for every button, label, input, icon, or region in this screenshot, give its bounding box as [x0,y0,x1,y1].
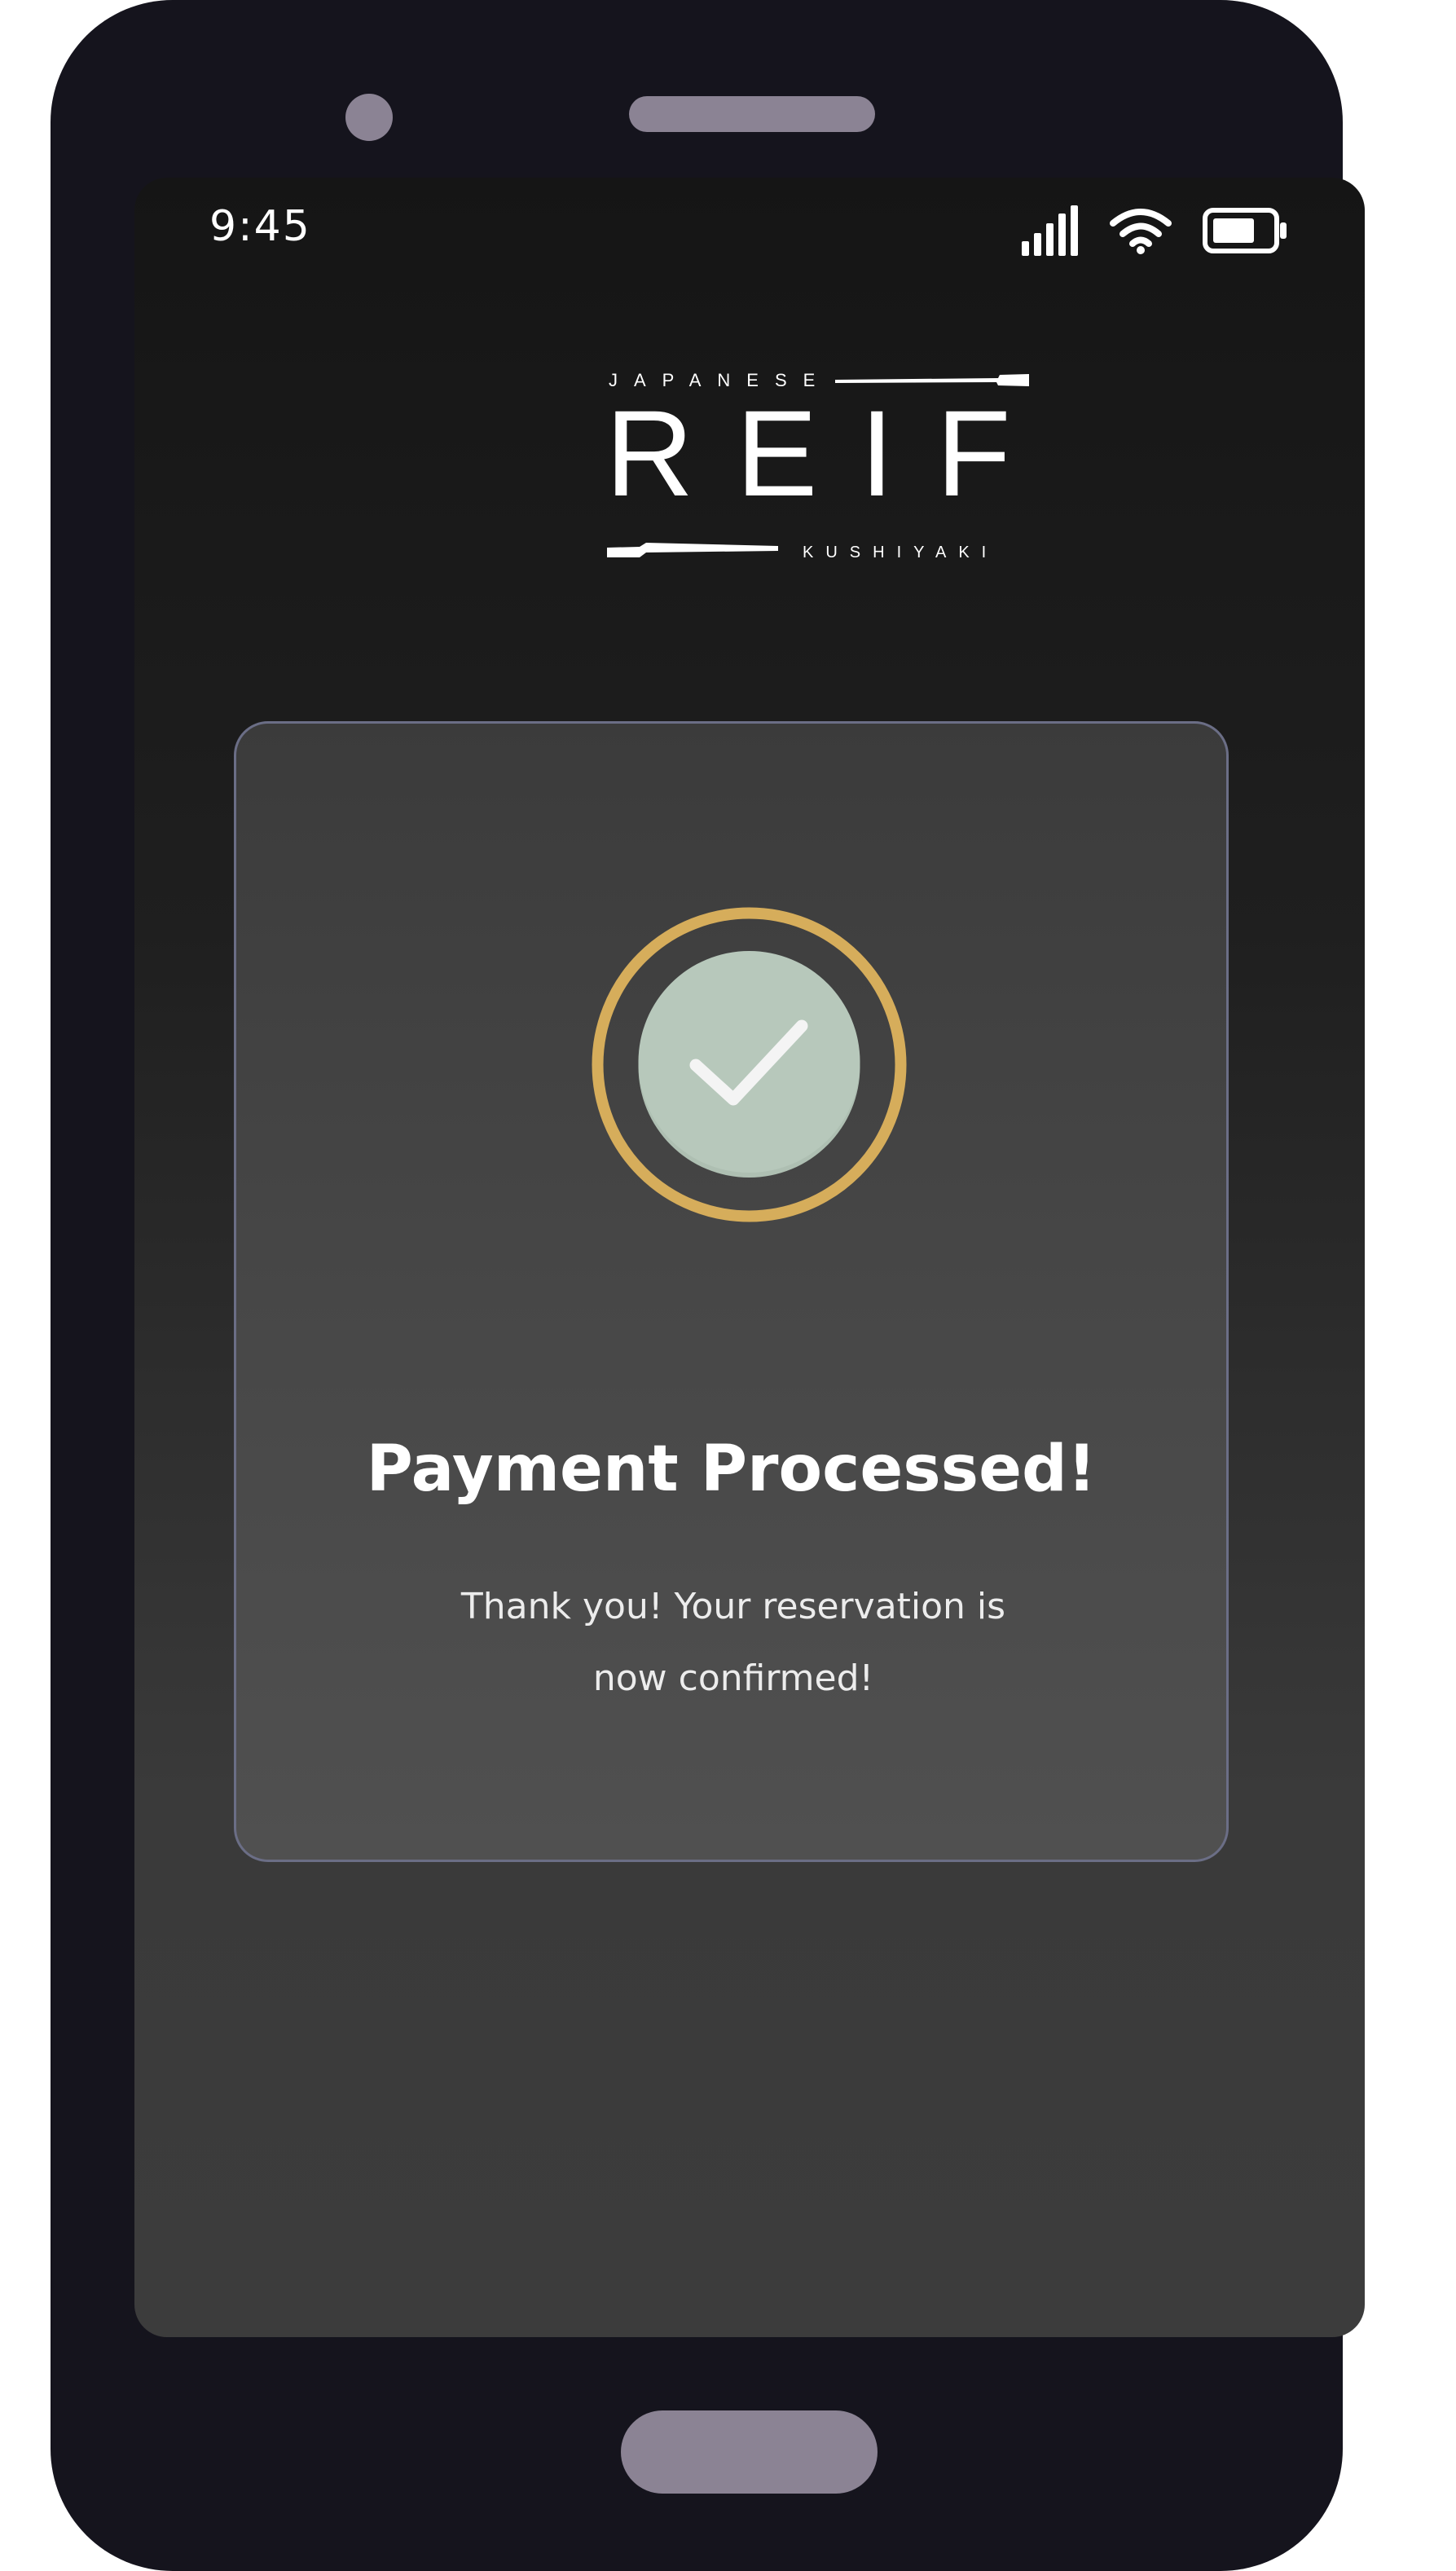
phone-frame: 9:45 JAPANESE REIF KUSHIYAKI Payment Pro… [51,0,1365,2571]
cellular-signal-icon [1022,205,1079,256]
wifi-icon [1110,207,1172,254]
success-indicator [588,904,910,1226]
front-camera [345,94,393,141]
confirmation-title: Payment Processed! [366,1433,1097,1506]
app-screen: 9:45 JAPANESE REIF KUSHIYAKI Payment Pro… [134,178,1365,2337]
check-circle [638,951,860,1173]
logo-bottom-skewer [607,543,778,557]
status-time: 9:45 [209,202,311,251]
logo-bottom-word: KUSHIYAKI [803,544,998,561]
earpiece-speaker [629,96,875,132]
confirmation-message-line-1: Thank you! Your reservation is [460,1586,1006,1627]
confirmation-message: Thank you! Your reservation is now confi… [448,1571,1018,1715]
confirmation-message-line-2: now confirmed! [592,1658,874,1699]
logo-brand-name: REIF [605,385,1031,522]
reif-logo: JAPANESE REIF KUSHIYAKI [526,365,1031,610]
confirmation-card: Payment Processed! Thank you! Your reser… [234,721,1229,1862]
status-icons [1022,202,1287,259]
battery-icon [1203,208,1287,253]
home-button[interactable] [621,2410,878,2494]
